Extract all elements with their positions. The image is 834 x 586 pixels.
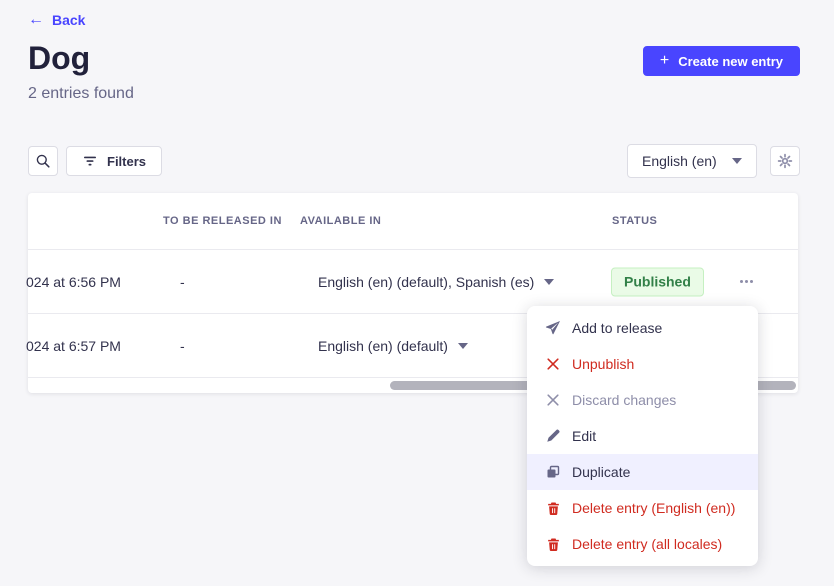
updated-date-cell: 024 at 6:56 PM: [26, 274, 121, 290]
menu-item-delete-entry-locale[interactable]: Delete entry (English (en)): [527, 490, 758, 526]
chevron-down-icon: [544, 279, 554, 285]
available-in-value: English (en) (default): [318, 338, 448, 354]
trash-icon: [545, 500, 561, 516]
chevron-down-icon: [458, 343, 468, 349]
status-badge: Published: [611, 267, 704, 296]
menu-item-duplicate[interactable]: Duplicate: [527, 454, 758, 490]
search-button[interactable]: [28, 146, 58, 176]
locale-selector-value: English (en): [642, 153, 717, 169]
filters-button[interactable]: Filters: [66, 146, 162, 176]
column-header-available-in[interactable]: AVAILABLE IN: [300, 215, 381, 227]
available-in-cell[interactable]: English (en) (default), Spanish (es): [318, 274, 554, 290]
pencil-icon: [545, 428, 561, 444]
menu-item-label: Delete entry (English (en)): [572, 500, 735, 516]
locale-selector[interactable]: English (en): [627, 144, 757, 178]
to-be-released-cell: -: [180, 274, 185, 290]
back-link[interactable]: ← Back: [28, 12, 85, 28]
menu-item-label: Unpublish: [572, 356, 634, 372]
table-row[interactable]: 024 at 6:56 PM - English (en) (default),…: [28, 250, 798, 314]
back-label: Back: [52, 12, 85, 28]
to-be-released-cell: -: [180, 338, 185, 354]
menu-item-label: Add to release: [572, 320, 662, 336]
page-title: Dog: [28, 40, 90, 77]
row-actions-menu: Add to release Unpublish Discard changes…: [527, 306, 758, 566]
updated-date-cell: 024 at 6:57 PM: [26, 338, 121, 354]
menu-item-label: Discard changes: [572, 392, 676, 408]
menu-item-delete-entry-all[interactable]: Delete entry (all locales): [527, 526, 758, 562]
menu-item-edit[interactable]: Edit: [527, 418, 758, 454]
table-header-row: TO BE RELEASED IN AVAILABLE IN STATUS: [28, 193, 798, 250]
menu-item-discard-changes[interactable]: Discard changes: [527, 382, 758, 418]
back-arrow-icon: ←: [28, 12, 44, 28]
cross-icon: [545, 356, 561, 372]
menu-item-label: Delete entry (all locales): [572, 536, 722, 552]
available-in-cell[interactable]: English (en) (default): [318, 338, 468, 354]
menu-item-label: Edit: [572, 428, 596, 444]
filter-icon: [82, 153, 98, 169]
create-new-entry-button[interactable]: + Create new entry: [643, 46, 800, 76]
menu-item-unpublish[interactable]: Unpublish: [527, 346, 758, 382]
search-icon: [35, 153, 51, 169]
plus-icon: +: [660, 53, 669, 69]
paper-plane-icon: [545, 320, 561, 336]
settings-button[interactable]: [770, 146, 800, 176]
menu-item-label: Duplicate: [572, 464, 630, 480]
chevron-down-icon: [732, 158, 742, 164]
column-header-to-be-released-in[interactable]: TO BE RELEASED IN: [163, 215, 282, 227]
cross-icon: [545, 392, 561, 408]
column-header-status[interactable]: STATUS: [612, 215, 657, 227]
available-in-value: English (en) (default), Spanish (es): [318, 274, 534, 290]
trash-icon: [545, 536, 561, 552]
menu-item-add-to-release[interactable]: Add to release: [527, 310, 758, 346]
gear-icon: [777, 153, 793, 169]
create-new-entry-label: Create new entry: [678, 54, 783, 69]
filters-label: Filters: [107, 154, 146, 169]
duplicate-icon: [545, 464, 561, 480]
content-manager-page: ← Back Dog 2 entries found + Create new …: [0, 0, 834, 586]
entries-count: 2 entries found: [28, 85, 134, 103]
row-actions-button[interactable]: [733, 269, 759, 295]
